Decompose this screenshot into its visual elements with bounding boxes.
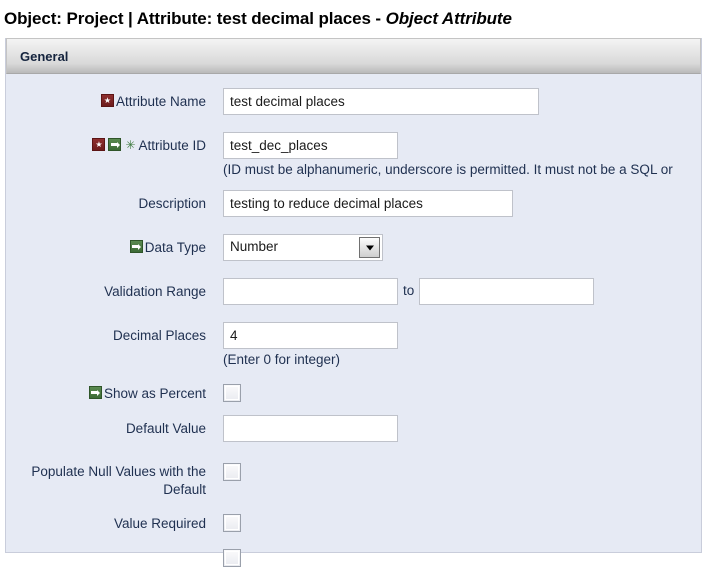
form-body: Attribute Name Attribute ID (ID must be … [6, 74, 701, 568]
label-default-value-text: Default Value [125, 420, 206, 436]
label-show-as-percent-text: Show as Percent [103, 386, 206, 401]
field-attribute-id: (ID must be alphanumeric, underscore is … [206, 132, 701, 177]
row-populate-null-values: Populate Null Values with the Default [6, 459, 701, 499]
field-show-as-percent [206, 380, 241, 402]
green-arrow-icon [129, 240, 143, 253]
label-value-required: Value Required [6, 510, 206, 533]
validation-range-separator: to [403, 283, 415, 298]
label-attribute-id-text: Attribute ID [138, 138, 206, 153]
field-attribute-name [206, 88, 539, 115]
label-data-type: Data Type [6, 234, 206, 257]
page-title: Object: Project | Attribute: test decima… [0, 0, 707, 29]
row-show-as-percent: Show as Percent [6, 380, 701, 403]
description-input[interactable] [223, 190, 513, 217]
label-value-required-text: Value Required [113, 516, 206, 532]
validation-range-from-input[interactable] [223, 278, 398, 305]
data-type-select[interactable]: Number [223, 234, 383, 261]
decimal-places-input[interactable] [223, 322, 398, 349]
decimal-places-help-text: (Enter 0 for integer) [223, 352, 341, 367]
row-value-required: Value Required [6, 510, 701, 533]
row-data-type: Data Type Number [6, 234, 701, 261]
field-default-value [206, 414, 398, 442]
row-clipped-bottom [6, 545, 701, 568]
field-description [206, 190, 513, 217]
label-description: Description [6, 190, 206, 213]
row-attribute-name: Attribute Name [6, 88, 701, 115]
label-attribute-name: Attribute Name [6, 88, 206, 111]
label-populate-null-values: Populate Null Values with the Default [6, 459, 206, 499]
icon-group-show-as-percent [88, 385, 102, 399]
populate-null-values-checkbox[interactable] [223, 462, 241, 481]
attribute-id-help-text: (ID must be alphanumeric, underscore is … [223, 162, 673, 177]
label-attribute-name-text: Attribute Name [115, 94, 206, 109]
validation-range-to-input[interactable] [419, 278, 595, 305]
label-data-type-text: Data Type [144, 240, 206, 255]
label-decimal-places: Decimal Places [6, 322, 206, 345]
label-show-as-percent: Show as Percent [6, 380, 206, 403]
label-validation-range: Validation Range [6, 278, 206, 301]
label-attribute-id: Attribute ID [6, 132, 206, 155]
attribute-id-input[interactable] [223, 132, 398, 159]
field-data-type: Number [206, 234, 383, 261]
label-validation-range-text: Validation Range [104, 284, 206, 299]
row-validation-range: Validation Range to [6, 278, 701, 305]
section-header-general: General [6, 38, 701, 74]
field-validation-range: to [206, 278, 595, 305]
row-default-value: Default Value [6, 414, 701, 442]
icon-group-attribute-name [100, 93, 114, 107]
attribute-name-input[interactable] [223, 88, 539, 115]
section-header-label: General [20, 48, 69, 64]
green-arrow-icon [108, 138, 122, 151]
green-asterisk-icon [124, 138, 136, 151]
object-attribute-panel: General Attribute Name [5, 38, 702, 568]
icon-group-data-type [129, 239, 143, 253]
data-type-selected-value: Number [230, 239, 279, 254]
page-title-emphasis: Object Attribute [385, 9, 512, 28]
label-populate-null-values-line2: Default [163, 481, 206, 497]
label-populate-null-values-line1: Populate Null Values with the [31, 463, 206, 479]
field-value-required [206, 510, 241, 533]
clipped-bottom-checkbox[interactable] [223, 549, 241, 568]
row-decimal-places: Decimal Places (Enter 0 for integer) [6, 322, 701, 367]
value-required-checkbox[interactable] [223, 514, 241, 533]
label-clipped-bottom [6, 545, 206, 550]
default-value-input[interactable] [223, 414, 398, 442]
green-arrow-icon [88, 386, 102, 399]
required-star-icon [100, 94, 114, 107]
required-star-icon [92, 138, 106, 151]
chevron-down-icon[interactable] [359, 237, 380, 258]
label-decimal-places-text: Decimal Places [112, 328, 206, 343]
field-populate-null-values [206, 459, 241, 481]
row-description: Description [6, 190, 701, 217]
field-clipped-bottom [206, 545, 241, 568]
label-default-value: Default Value [6, 415, 206, 438]
page-title-prefix: Object: Project | Attribute: test decima… [4, 9, 386, 28]
row-attribute-id: Attribute ID (ID must be alphanumeric, u… [6, 132, 701, 177]
label-description-text: Description [138, 196, 206, 211]
field-decimal-places: (Enter 0 for integer) [206, 322, 515, 367]
show-as-percent-checkbox[interactable] [223, 384, 241, 402]
icon-group-attribute-id [92, 137, 136, 151]
